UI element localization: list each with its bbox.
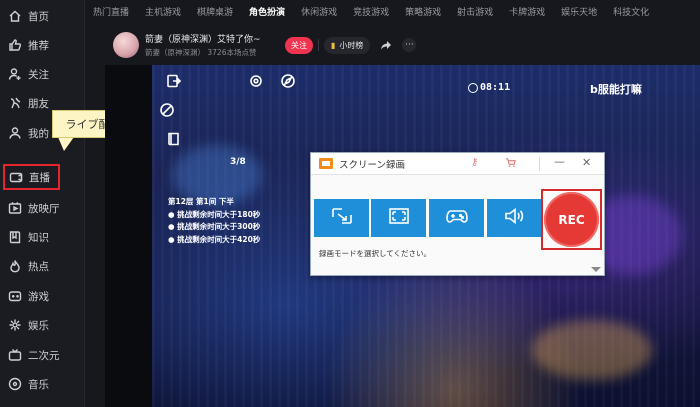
book-icon	[8, 230, 22, 244]
sidebar-item-hot[interactable]: 热点	[0, 252, 85, 280]
sidebar-item-label: 游戏	[28, 290, 49, 303]
sidebar-item-anime[interactable]: 二次元	[0, 341, 85, 369]
exit-icon[interactable]	[165, 72, 183, 90]
game-mode-icon	[445, 206, 469, 230]
home-icon	[8, 9, 22, 23]
rec-button[interactable]: REC	[544, 192, 599, 247]
gamepad-icon	[8, 289, 22, 303]
sidebar-item-recommend[interactable]: 推荐	[0, 31, 85, 59]
sidebar-item-label: 我的	[28, 127, 49, 140]
streamer-header: 箭妻（原神深渊）艾特了你~ 箭妻（原神深渊） 3726本场点赞 关注 ▮ 小时榜…	[105, 26, 700, 64]
thumbs-up-icon	[8, 38, 22, 52]
tab-entertainment[interactable]: 娱乐天地	[553, 5, 605, 18]
sidebar-item-label: 娱乐	[28, 319, 49, 332]
tab-casual-games[interactable]: 休闲游戏	[293, 5, 345, 18]
close-button[interactable]: ✕	[582, 156, 591, 169]
cart-icon[interactable]	[505, 157, 516, 171]
sidebar-item-entertainment[interactable]: 娱乐	[0, 311, 85, 339]
tab-competitive-games[interactable]: 竞技游戏	[345, 5, 397, 18]
sidebar-item-music[interactable]: 音乐	[0, 370, 85, 398]
sidebar-item-home[interactable]: 首页	[0, 2, 85, 30]
fullscreen-button[interactable]	[371, 199, 426, 237]
sidebar-item-label: 朋友	[28, 97, 49, 110]
sidebar-item-label: 知识	[28, 231, 49, 244]
live-tv-icon	[9, 170, 23, 184]
challenge-line: ● 挑战剩余时间大于300秒	[168, 222, 261, 231]
challenge-line: 第12层 第1间 下半	[168, 197, 234, 206]
compass-icon[interactable]	[279, 72, 297, 90]
sidebar-item-knowledge[interactable]: 知识	[0, 223, 85, 251]
avatar[interactable]	[113, 32, 139, 58]
tab-strategy-games[interactable]: 策略游戏	[397, 5, 449, 18]
sidebar-item-games[interactable]: 游戏	[0, 282, 85, 310]
tab-card-games[interactable]: 卡牌游戏	[501, 5, 553, 18]
sidebar-item-label: 关注	[28, 68, 49, 81]
fullscreen-icon	[387, 206, 411, 230]
audio-record-button[interactable]	[487, 199, 542, 237]
mode-hint: 録画モードを選択してください。	[319, 249, 432, 258]
tab-console-games[interactable]: 主机游戏	[137, 5, 189, 18]
divider	[318, 39, 319, 51]
tab-role-playing[interactable]: 角色扮演	[241, 5, 293, 18]
recorder-logo-icon	[319, 158, 333, 169]
key-icon[interactable]: ⚷	[471, 157, 478, 168]
sidebar: 首页 推荐 关注 朋友 我的 直播 放映厅 知识 热点 游戏 娱乐 二次元 音乐	[0, 0, 85, 407]
sidebar-item-label: 首页	[28, 10, 49, 23]
more-button[interactable]: ···	[402, 38, 417, 52]
tab-shooter-games[interactable]: 射击游戏	[449, 5, 501, 18]
game-timer: 08:11	[480, 82, 511, 93]
share-icon[interactable]	[378, 37, 394, 53]
hourly-rank-button[interactable]: ▮ 小时榜	[324, 36, 371, 54]
overlay-caption: b服能打嘛	[590, 83, 642, 96]
game-mode-button[interactable]	[429, 199, 484, 237]
region-capture-icon	[330, 206, 354, 230]
audio-icon	[503, 206, 527, 230]
rank-bars-icon: ▮	[331, 40, 336, 50]
video-light	[532, 320, 652, 380]
wave-counter: 3/8	[230, 157, 246, 167]
challenge-info: 第12层 第1间 下半 ● 挑战剩余时间大于180秒 ● 挑战剩余时间大于300…	[168, 196, 308, 246]
sidebar-item-live[interactable]: 直播	[3, 164, 60, 190]
streamer-meta: 箭妻（原神深渊） 3726本场点赞	[145, 48, 257, 57]
challenge-line: ● 挑战剩余时间大于180秒	[168, 209, 261, 219]
sidebar-item-label: 放映厅	[28, 202, 60, 215]
book-icon[interactable]	[165, 130, 183, 148]
friends-icon	[8, 96, 22, 110]
sidebar-item-label: 推荐	[28, 39, 49, 52]
titlebar-divider	[539, 157, 540, 171]
sidebar-item-label: 音乐	[28, 378, 49, 391]
user-plus-icon	[8, 67, 22, 81]
target-icon[interactable]	[158, 101, 176, 119]
clock-icon	[468, 83, 478, 93]
category-tabs: 热门直播 主机游戏 棋牌桌游 角色扮演 休闲游戏 竞技游戏 策略游戏 射击游戏 …	[85, 0, 700, 22]
tab-hot-live[interactable]: 热门直播	[85, 5, 137, 18]
cinema-icon	[8, 201, 22, 215]
user-icon	[8, 126, 22, 140]
sidebar-item-label: 热点	[28, 260, 49, 273]
minimize-button[interactable]: —	[554, 155, 565, 168]
callout-pointer	[58, 137, 74, 151]
follow-button[interactable]: 关注	[285, 36, 313, 54]
challenge-line: ● 挑战剩余时间大于420秒	[168, 234, 261, 244]
flame-icon	[8, 259, 22, 273]
focus-icon[interactable]	[247, 72, 265, 90]
music-icon	[8, 377, 22, 391]
sidebar-item-label: 直播	[29, 171, 50, 184]
streamer-name[interactable]: 箭妻（原神深渊）艾特了你~	[145, 32, 285, 45]
tv-icon	[8, 348, 22, 362]
sidebar-item-cinema[interactable]: 放映厅	[0, 194, 85, 222]
region-capture-button[interactable]	[314, 199, 369, 237]
rank-label: 小时榜	[339, 40, 364, 50]
expand-arrow-icon[interactable]	[591, 267, 601, 272]
sidebar-item-following[interactable]: 关注	[0, 60, 85, 88]
sidebar-item-label: 二次元	[28, 349, 60, 362]
entertainment-icon	[8, 318, 22, 332]
dialog-title: スクリーン録画	[339, 159, 406, 171]
tab-board-games[interactable]: 棋牌桌游	[189, 5, 241, 18]
tab-tech-culture[interactable]: 科技文化	[605, 5, 657, 18]
